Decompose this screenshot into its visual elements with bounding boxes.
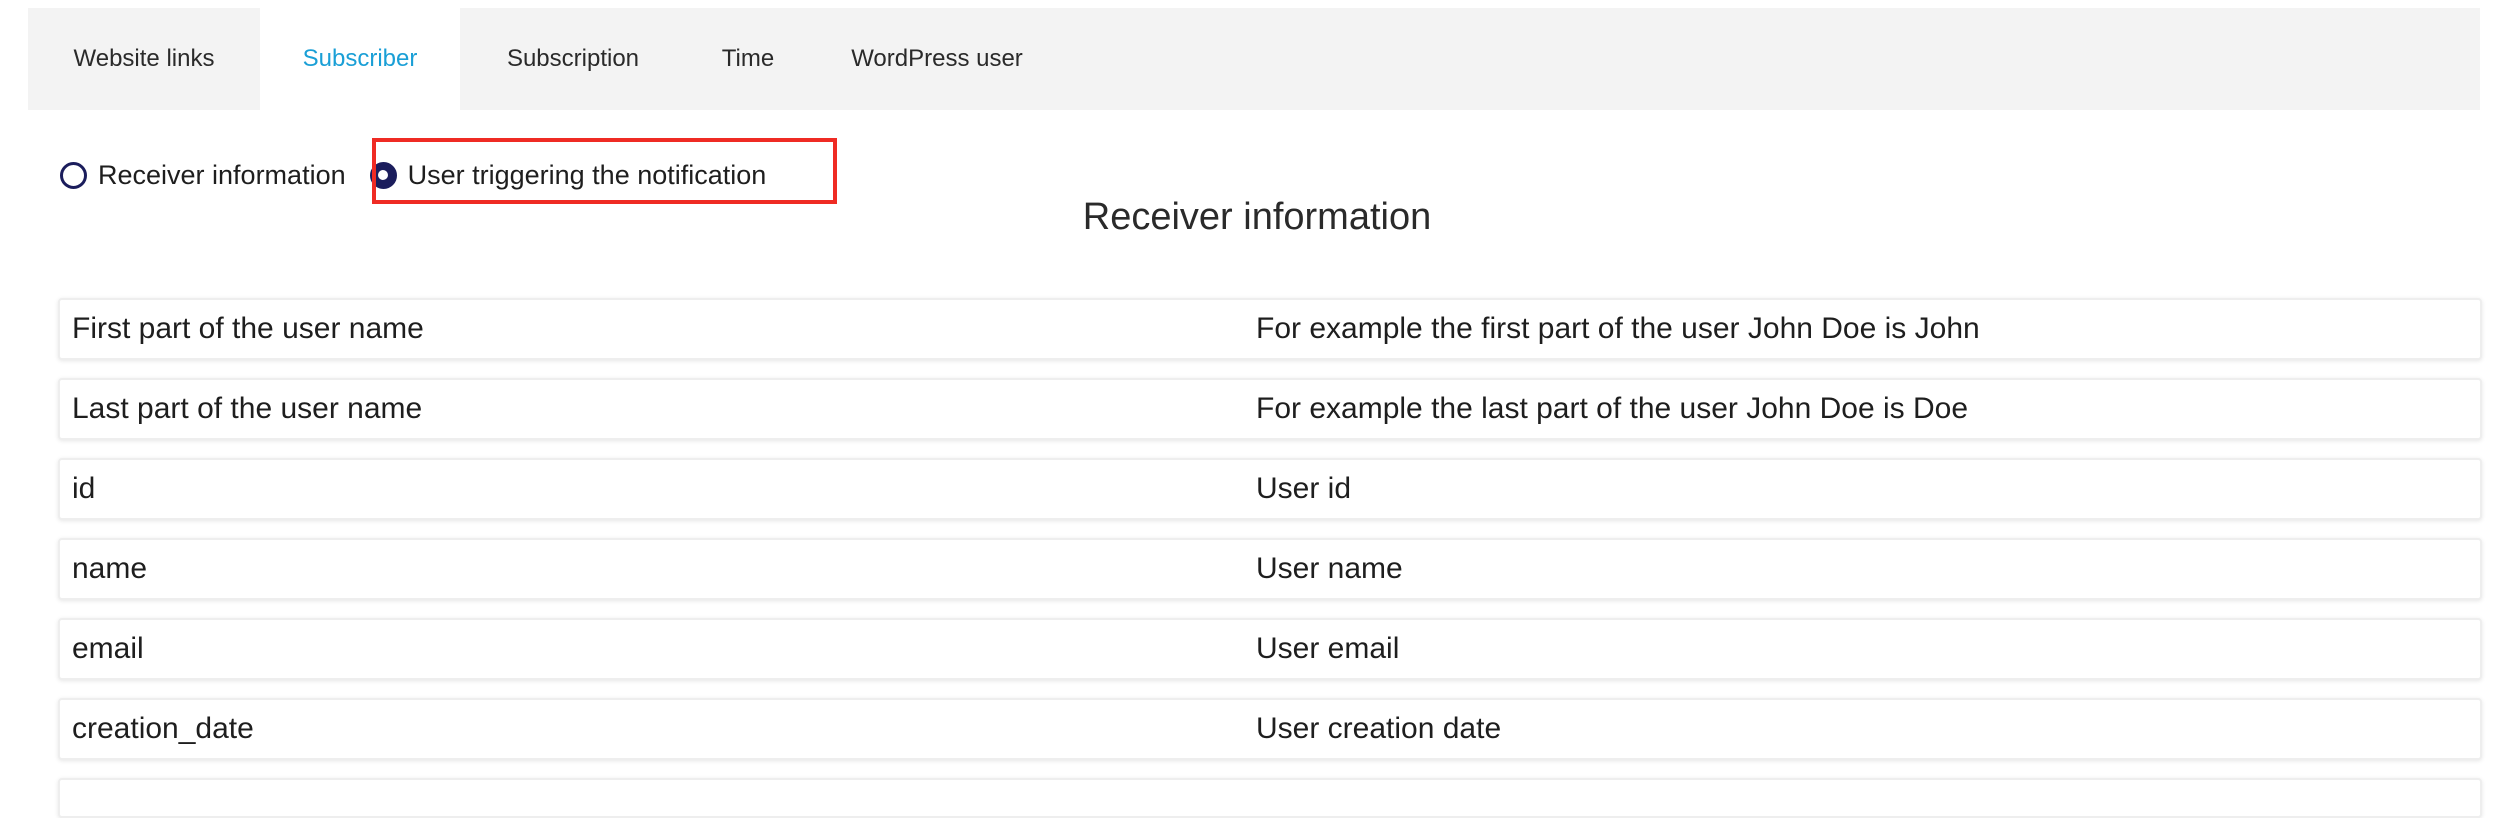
list-item: id User id [58,458,2482,520]
list-item-partial [58,778,2482,818]
list-item: name User name [58,538,2482,600]
variable-key: First part of the user name [72,312,424,345]
variable-description: User name [1256,552,1403,585]
tab-bar: Website links Subscriber Subscription Ti… [28,8,2480,110]
list-item: Last part of the user name For example t… [58,378,2482,440]
highlight-annotation [372,138,837,204]
variable-key: id [72,472,96,505]
tab-wordpress-user[interactable]: WordPress user [810,8,1064,110]
variable-description: For example the last part of the user Jo… [1256,392,1969,425]
variable-key: name [72,552,148,585]
tab-subscriber[interactable]: Subscriber [260,8,460,110]
tab-website-links[interactable]: Website links [28,8,260,110]
variables-list: First part of the user name For example … [58,298,2482,818]
radio-unchecked-icon[interactable] [60,161,87,189]
tab-subscription[interactable]: Subscription [460,8,686,110]
variable-key: Last part of the user name [72,392,423,425]
tab-time[interactable]: Time [686,8,810,110]
variable-key: creation_date [72,712,254,745]
variable-description: User creation date [1256,712,1502,745]
section-title: Receiver information [1082,196,1432,238]
variable-description: For example the first part of the user J… [1256,312,1980,345]
settings-panel: Website links Subscriber Subscription Ti… [28,8,2500,818]
variable-description: User email [1256,632,1400,665]
radio-label-receiver-information: Receiver information [98,159,346,190]
variable-key: email [72,632,144,665]
list-item: First part of the user name For example … [58,298,2482,360]
list-item: creation_date User creation date [58,698,2482,760]
variable-description: User id [1256,472,1352,505]
list-item: email User email [58,618,2482,680]
radio-option-receiver-information[interactable]: Receiver information [60,160,346,191]
